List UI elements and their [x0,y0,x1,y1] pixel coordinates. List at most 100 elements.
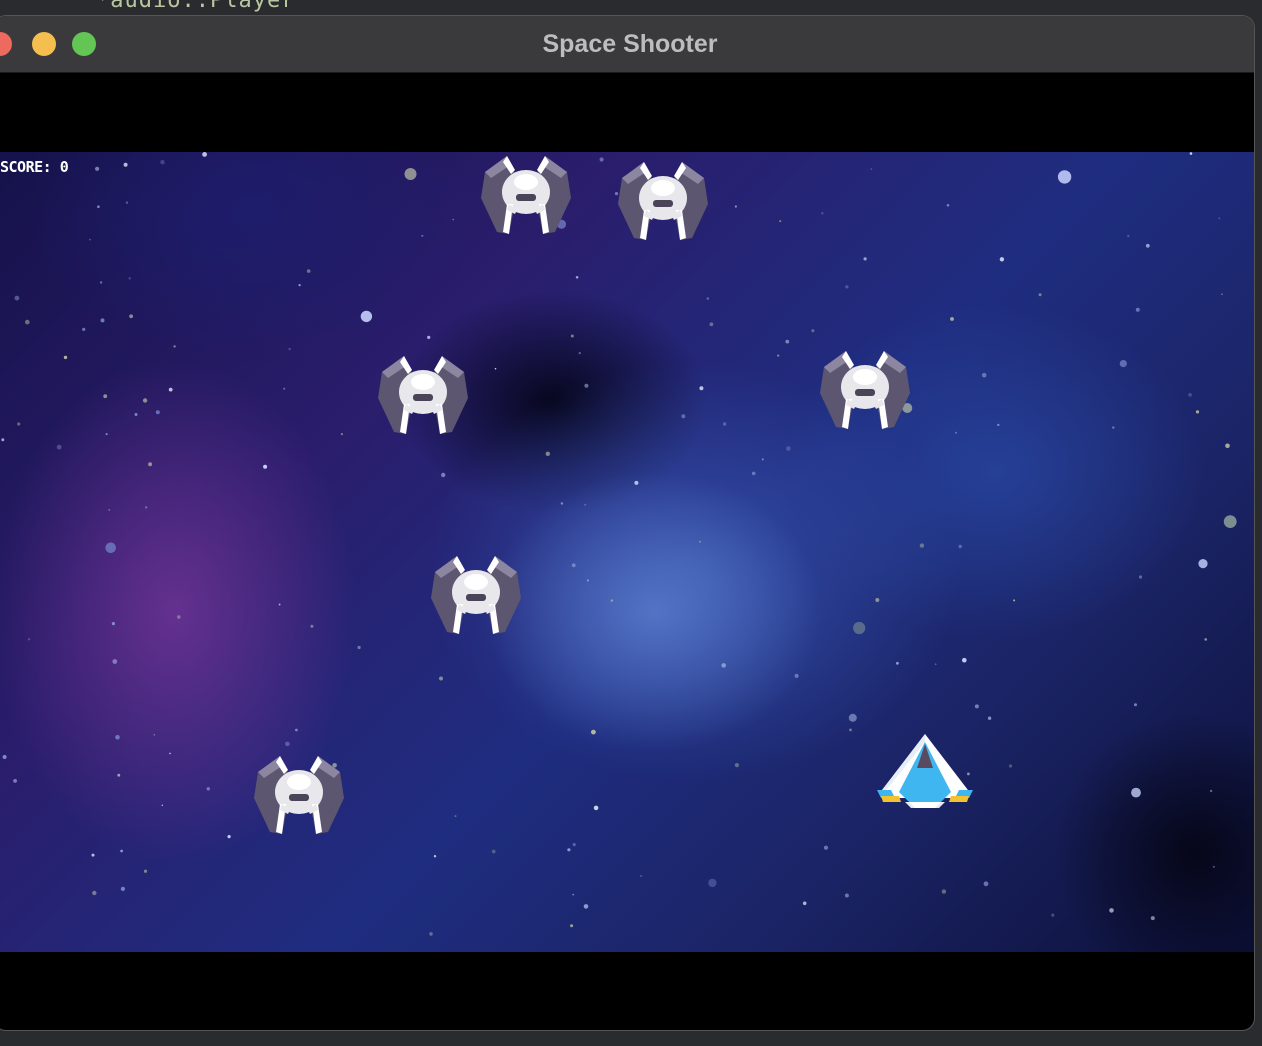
star [560,502,564,505]
star [134,413,138,416]
star [734,763,740,768]
star [100,318,105,323]
star [786,446,791,451]
star [1131,787,1141,798]
star [105,433,108,436]
star [454,815,457,818]
star [734,205,738,208]
star [640,875,642,877]
star [875,598,880,602]
star [997,423,1000,427]
star [441,472,446,478]
star [283,387,286,390]
star [491,849,496,854]
star [1135,307,1140,312]
star [82,327,86,331]
star [794,673,799,679]
enemy-ship [431,556,521,634]
star [849,728,852,732]
star [123,162,128,167]
star [129,314,134,319]
star [999,257,1005,262]
star [128,277,131,280]
star [27,638,31,641]
star [145,506,148,509]
star [89,238,91,241]
star [919,543,925,548]
star [427,335,431,339]
star [1127,234,1130,238]
star [823,845,829,850]
star [708,878,717,888]
star [1198,559,1208,569]
star [958,544,962,549]
star [1013,599,1016,602]
star [433,855,437,858]
star [845,285,849,289]
star [288,347,291,351]
star [699,386,704,391]
star [751,471,756,476]
star [115,735,120,740]
starfield [1,152,1237,936]
star [1204,638,1207,641]
star [439,676,443,681]
star [1109,908,1114,913]
star [97,205,100,208]
star [941,889,947,894]
star [429,932,433,936]
score-display: SCORE: 0 [0,158,69,176]
star [634,480,639,485]
star [571,563,576,568]
star [91,853,95,857]
background-code-text: *audio::Player [96,0,296,13]
enemy-ship [820,351,910,429]
game-window: Space Shooter SCORE: 0 [0,16,1254,1030]
star [584,503,587,506]
star [117,773,121,777]
star [278,603,281,606]
star [160,160,165,165]
star [1223,515,1237,528]
enemy-ship [378,356,468,434]
star [298,284,301,287]
star [1145,243,1150,248]
star [285,741,290,747]
star [95,166,100,171]
game-canvas[interactable]: SCORE: 0 [0,152,1254,952]
star [153,734,156,736]
star [25,319,30,325]
star [572,843,576,847]
star [310,624,314,628]
star [578,351,581,355]
star [360,310,373,323]
star [593,805,599,811]
star [155,410,160,415]
player-ship [877,734,973,808]
star [981,372,987,378]
star [1119,360,1127,368]
star [785,339,790,344]
star [92,890,97,896]
star [1,438,5,442]
star [202,152,208,157]
star [1150,916,1155,921]
star [946,204,950,207]
star [591,729,596,735]
star [863,257,867,261]
star [1212,865,1215,868]
star [1134,703,1137,707]
star [610,599,614,602]
star [177,615,181,619]
star [13,779,17,783]
star [143,869,148,873]
star [575,276,579,279]
star [306,269,311,273]
star [722,422,727,426]
star [452,218,455,221]
star [120,849,123,853]
star [340,433,343,436]
star [1112,426,1115,429]
star [14,295,20,301]
star [681,414,686,419]
